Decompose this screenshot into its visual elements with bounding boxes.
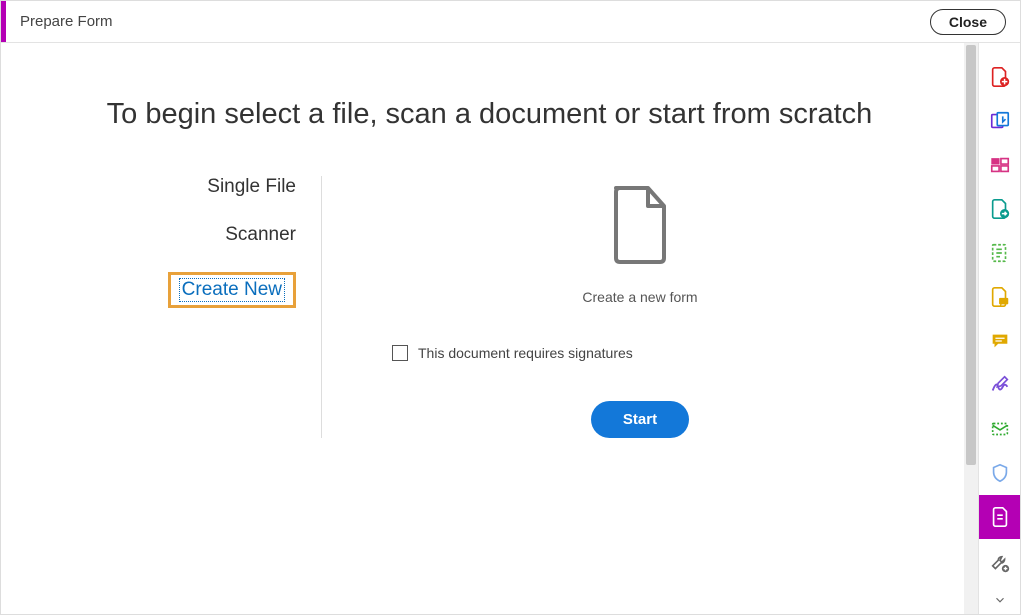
signatures-checkbox[interactable]: [392, 345, 408, 361]
send-for-comments-icon[interactable]: [979, 407, 1021, 451]
fill-sign-icon[interactable]: [979, 363, 1021, 407]
accent-bar: [1, 1, 6, 42]
comment-pdf-icon[interactable]: [979, 275, 1021, 319]
main-heading: To begin select a file, scan a document …: [41, 98, 938, 131]
app-window: Prepare Form Close To begin select a fil…: [0, 0, 1021, 615]
option-single-file[interactable]: Single File: [61, 176, 296, 198]
create-pdf-icon[interactable]: [979, 55, 1021, 99]
scrollbar-track[interactable]: [964, 43, 978, 614]
organize-pages-icon[interactable]: [979, 143, 1021, 187]
options-column: Single File Scanner Create New: [61, 176, 321, 438]
header-bar: Prepare Form Close: [1, 1, 1020, 43]
new-document-icon: [362, 186, 918, 269]
option-scanner[interactable]: Scanner: [61, 224, 296, 246]
chevron-down-icon[interactable]: [979, 586, 1021, 614]
scrollbar-thumb[interactable]: [966, 45, 976, 465]
body-area: To begin select a file, scan a document …: [1, 43, 978, 614]
signatures-row: This document requires signatures: [392, 345, 918, 361]
edit-pdf-icon[interactable]: [979, 231, 1021, 275]
start-button[interactable]: Start: [591, 401, 689, 438]
combine-files-icon[interactable]: [979, 99, 1021, 143]
title-wrap: Prepare Form: [1, 1, 113, 42]
scroll-wrap: To begin select a file, scan a document …: [1, 43, 978, 614]
export-pdf-icon[interactable]: [979, 187, 1021, 231]
detail-column: Create a new form This document requires…: [321, 176, 918, 438]
more-tools-icon[interactable]: [979, 542, 1021, 586]
columns: Single File Scanner Create New: [61, 176, 918, 438]
option-create-new-label: Create New: [179, 278, 285, 302]
page-title: Prepare Form: [20, 13, 113, 30]
prepare-form-icon[interactable]: [979, 495, 1021, 539]
body-inner: To begin select a file, scan a document …: [1, 43, 978, 614]
protect-icon[interactable]: [979, 451, 1021, 495]
sticky-note-icon[interactable]: [979, 319, 1021, 363]
right-tool-rail: [978, 43, 1020, 614]
option-create-new[interactable]: Create New: [168, 272, 296, 308]
create-caption: Create a new form: [362, 289, 918, 305]
signatures-label: This document requires signatures: [418, 345, 633, 361]
close-button[interactable]: Close: [930, 9, 1006, 35]
